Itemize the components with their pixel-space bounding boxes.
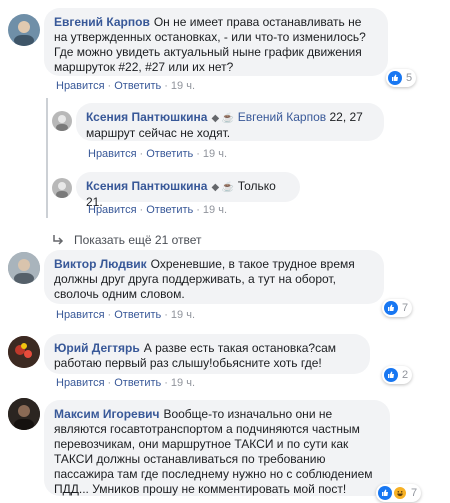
profile-photo-icon [8,252,40,284]
reply-link[interactable]: Ответить [114,377,161,389]
avatar[interactable] [8,336,40,368]
comment-actions: Нравится · Ответить · 19 ч. [88,148,228,160]
reply-thread-line [46,98,48,218]
timestamp[interactable]: 19 ч. [171,80,195,92]
avatar[interactable] [52,111,72,131]
comment-bubble: Юрий Дегтярь А разве есть такая остановка… [44,334,370,374]
reaction-count[interactable]: 2 [382,366,413,384]
comment-bubble: Максим Игоревич Вообще-то изначально они … [44,400,390,496]
haha-reaction-icon [393,486,407,500]
like-link[interactable]: Нравится [88,148,137,160]
comment-author[interactable]: Ксения Пантюшкина [86,179,207,193]
avatar[interactable] [8,14,40,46]
like-reaction-icon [384,301,398,315]
comment-author[interactable]: Юрий Дегтярь [54,341,140,355]
reply-link[interactable]: Ответить [114,309,161,321]
reaction-number: 5 [406,72,413,84]
reply-arrow-icon [53,235,64,245]
like-link[interactable]: Нравится [56,309,105,321]
comment-actions: Нравится · Ответить · 19 ч. [56,309,196,321]
profile-photo-icon [56,182,68,198]
like-link[interactable]: Нравится [88,204,137,216]
like-link[interactable]: Нравится [56,377,105,389]
comment-actions: Нравится · Ответить · 19 ч. [88,204,228,216]
like-reaction-icon [378,486,392,500]
show-more-label: Показать ещё 21 ответ [74,233,202,247]
reply-link[interactable]: Ответить [146,204,193,216]
reaction-number: 2 [402,369,409,381]
reaction-number: 7 [411,487,418,499]
timestamp[interactable]: 19 ч. [171,309,195,321]
comment-actions: Нравится · Ответить · 19 ч. [56,377,196,389]
reply-link[interactable]: Ответить [146,148,193,160]
profile-photo-icon [56,115,68,131]
comment-author[interactable]: Ксения Пантюшкина [86,110,207,124]
comment-author[interactable]: Виктор Людвик [54,257,147,271]
mention-link[interactable]: Евгений Карпов [238,110,326,124]
comment-author[interactable]: Евгений Карпов [54,15,150,29]
reaction-count[interactable]: 5 [386,69,417,87]
timestamp[interactable]: 19 ч. [171,377,195,389]
reply-link[interactable]: Ответить [114,80,161,92]
profile-photo-icon [14,21,34,46]
reaction-count[interactable]: 7 [382,299,413,317]
timestamp[interactable]: 19 ч. [203,148,227,160]
like-reaction-icon [388,71,402,85]
badge-icons: ◆ ☕ [211,113,235,124]
comment-bubble: Ксения Пантюшкина ◆ ☕ Евгений Карпов 22, … [76,103,384,141]
avatar[interactable] [52,178,72,198]
comment-bubble: Евгений Карпов Он не имеет права останавл… [44,8,388,76]
like-link[interactable]: Нравится [56,80,105,92]
reaction-number: 7 [402,302,409,314]
like-reaction-icon [384,368,398,382]
profile-photo-icon [8,398,40,430]
avatar[interactable] [8,252,40,284]
comment-bubble: Виктор Людвик Охреневшие, в такое трудное… [44,250,384,304]
comment-bubble: Ксения Пантюшкина ◆ ☕ Только 21. [76,172,300,209]
profile-photo-icon [8,336,40,368]
badge-icons: ◆ ☕ [211,182,235,193]
comment-actions: Нравится · Ответить · 19 ч. [56,80,196,92]
show-more-replies-link[interactable]: Показать ещё 21 ответ [52,233,202,247]
reaction-count[interactable]: 7 [376,484,422,502]
avatar[interactable] [8,398,40,430]
comment-author[interactable]: Максим Игоревич [54,407,159,421]
timestamp[interactable]: 19 ч. [203,204,227,216]
